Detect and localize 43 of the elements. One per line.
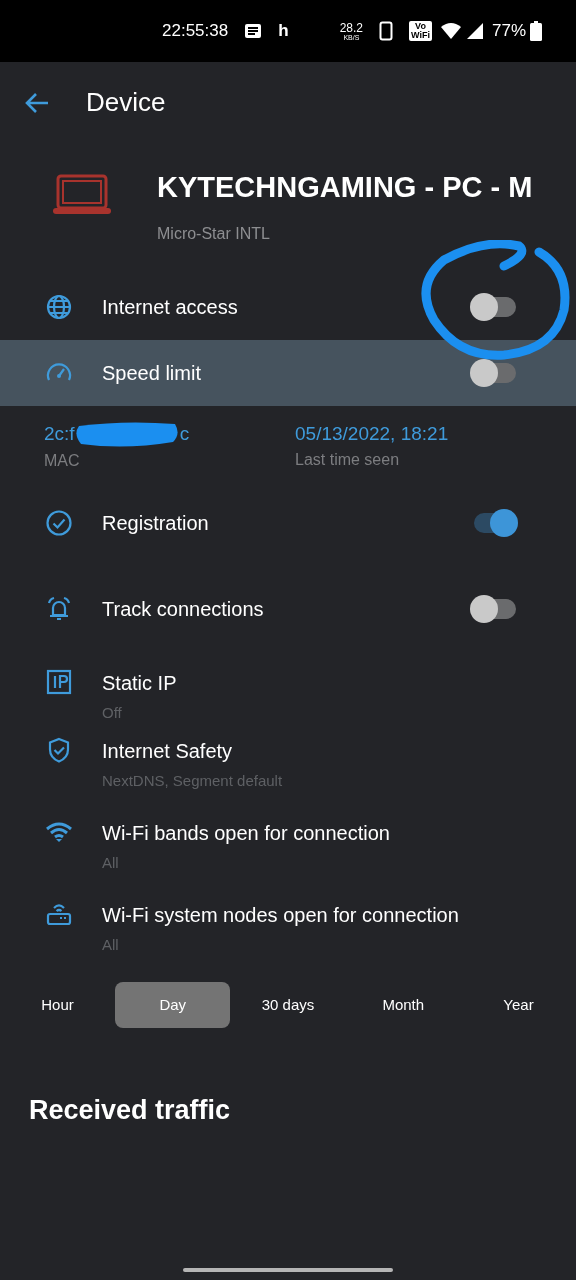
- check-circle-icon: [44, 509, 74, 537]
- section-heading: Received traffic: [28, 1094, 232, 1127]
- setting-label: Wi-Fi system nodes open for connection: [102, 903, 459, 928]
- notification-letter: h: [278, 20, 289, 43]
- setting-label: Static IP: [102, 671, 177, 696]
- device-vendor: Micro-Star INTL: [157, 223, 271, 244]
- toggle-switch[interactable]: [470, 358, 518, 388]
- toggle-switch[interactable]: [470, 594, 518, 624]
- device-name: KYTECHNGAMING - PC - M: [157, 170, 533, 205]
- period-tab[interactable]: Year: [461, 982, 576, 1028]
- phone-icon: [379, 21, 394, 41]
- wifi-icon: [439, 22, 462, 40]
- network-speed: 28.2: [339, 21, 364, 34]
- ip-icon: [44, 668, 74, 696]
- message-icon: [244, 23, 263, 39]
- setting-label: Wi-Fi bands open for connection: [102, 821, 390, 846]
- status-time: 22:55:38: [162, 20, 229, 43]
- battery-icon: [530, 21, 542, 41]
- setting-label: Internet Safety: [102, 739, 234, 764]
- laptop-icon: [52, 174, 112, 216]
- vowifi-icon: Vo WiFi: [409, 21, 432, 41]
- globe-icon: [44, 293, 74, 321]
- mac-label: MAC: [44, 450, 81, 471]
- period-tab[interactable]: 30 days: [230, 982, 346, 1028]
- period-tab[interactable]: Hour: [0, 982, 115, 1028]
- cellular-signal-icon: [465, 22, 484, 40]
- setting-value: Off: [102, 703, 123, 723]
- setting-value: All: [102, 935, 120, 955]
- last-seen-label: Last time seen: [295, 450, 401, 470]
- screen-title: Device: [86, 85, 166, 119]
- period-tab[interactable]: Day: [115, 982, 231, 1028]
- mac-address: 2c:f c: [44, 420, 295, 449]
- setting-value: All: [102, 853, 120, 873]
- toggle-switch[interactable]: [470, 292, 518, 322]
- battery-percent: 77%: [491, 20, 526, 43]
- setting-value: NextDNS, Segment default: [102, 771, 283, 791]
- period-tab[interactable]: Month: [345, 982, 461, 1028]
- last-seen-date: 05/13/2022, 18:21: [295, 422, 449, 446]
- setting-label: Track connections: [102, 597, 265, 622]
- back-button[interactable]: [24, 90, 50, 114]
- setting-label: Speed limit: [102, 361, 202, 386]
- setting-label: Internet access: [102, 295, 239, 320]
- setting-label: Registration: [102, 511, 210, 536]
